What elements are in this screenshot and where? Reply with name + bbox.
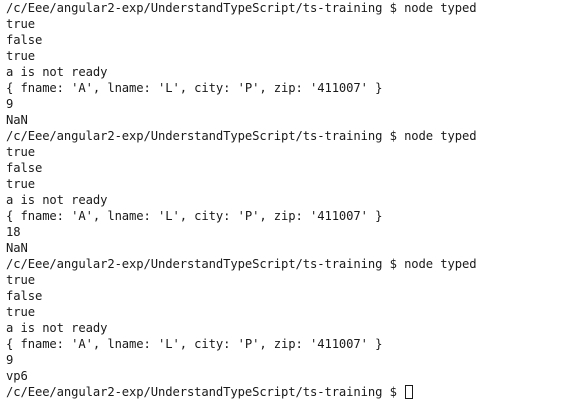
line-12: true [6,177,35,191]
line-15: 18 [6,225,21,239]
terminal-window[interactable]: /c/Eee/angular2-exp/UnderstandTypeScript… [0,0,573,400]
prompt-line[interactable]: /c/Eee/angular2-exp/UnderstandTypeScript… [6,384,573,400]
line-18: true [6,273,35,287]
line-14: { fname: 'A', lname: 'L', city: 'P', zip… [6,209,383,223]
line-19: false [6,289,43,303]
cursor-block-icon[interactable] [405,385,414,399]
line-8: NaN [6,113,28,127]
line-3: false [6,33,43,47]
line-10: true [6,145,35,159]
line-21: a is not ready [6,321,108,335]
line-16: NaN [6,241,28,255]
line-4: true [6,49,35,63]
line-13: a is not ready [6,193,108,207]
line-1: /c/Eee/angular2-exp/UnderstandTypeScript… [6,1,477,15]
line-23: 9 [6,353,14,367]
prompt-text: /c/Eee/angular2-exp/UnderstandTypeScript… [6,385,405,399]
line-5: a is not ready [6,65,108,79]
line-11: false [6,161,43,175]
line-22: { fname: 'A', lname: 'L', city: 'P', zip… [6,337,383,351]
line-6: { fname: 'A', lname: 'L', city: 'P', zip… [6,81,383,95]
line-9: /c/Eee/angular2-exp/UnderstandTypeScript… [6,129,477,143]
line-17: /c/Eee/angular2-exp/UnderstandTypeScript… [6,257,477,271]
line-7: 9 [6,97,14,111]
line-20: true [6,305,35,319]
line-2: true [6,17,35,31]
line-24: vp6 [6,369,28,383]
